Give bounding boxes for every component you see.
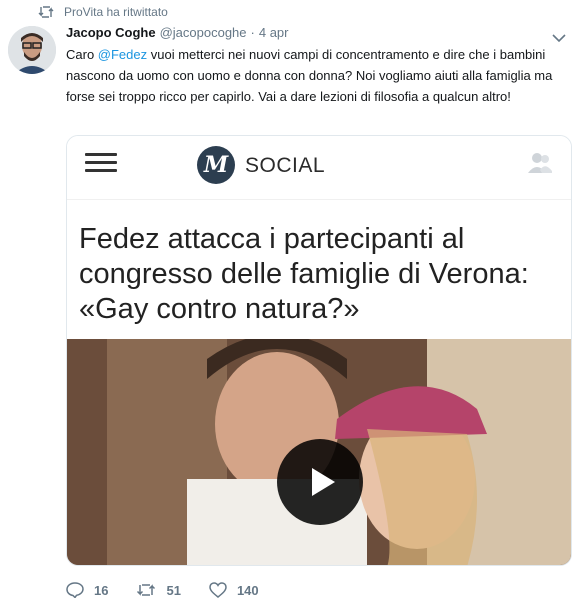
separator-dot: ·: [250, 25, 255, 40]
tweet-header: Jacopo Coghe @jacopocoghe · 4 apr: [66, 25, 548, 40]
hamburger-menu-icon: [85, 153, 117, 173]
author-name[interactable]: Jacopo Coghe: [66, 25, 156, 40]
tweet-text: Caro @Fedez vuoi metterci nei nuovi camp…: [66, 44, 571, 107]
card-headline: Fedez attacca i partecipanti al congress…: [79, 223, 529, 325]
reply-count: 16: [94, 582, 109, 598]
tweet-date[interactable]: 4 apr: [259, 25, 289, 40]
retweet-icon: [38, 5, 54, 19]
retweet-button[interactable]: 51: [136, 582, 181, 598]
site-logo: M: [197, 146, 235, 184]
reply-button[interactable]: 16: [66, 582, 108, 598]
section-label: SOCIAL: [245, 154, 326, 177]
reply-icon: [66, 582, 84, 598]
video-thumbnail[interactable]: [67, 339, 571, 565]
author-handle[interactable]: @jacopocoghe: [160, 25, 247, 40]
chevron-down-icon[interactable]: [552, 30, 566, 43]
retweet-action-icon: [137, 584, 156, 596]
retweet-context: ProVita ha ritwittato: [38, 4, 168, 20]
play-button[interactable]: [277, 439, 363, 525]
users-icon: [527, 152, 553, 174]
like-button[interactable]: 140: [209, 582, 259, 598]
card-nav-bar: M SOCIAL: [67, 136, 571, 200]
link-card[interactable]: M SOCIAL Fedez attacca i partecipanti al…: [66, 135, 572, 566]
tweet-actions: 16 51 140: [66, 580, 287, 600]
tweet-text-prefix: Caro: [66, 47, 98, 62]
heart-icon: [209, 582, 227, 598]
like-count: 140: [236, 582, 259, 598]
retweet-count: 51: [166, 582, 181, 598]
mention-link[interactable]: @Fedez: [98, 47, 147, 62]
avatar[interactable]: [8, 26, 56, 74]
retweet-label[interactable]: ProVita ha ritwittato: [64, 5, 168, 19]
